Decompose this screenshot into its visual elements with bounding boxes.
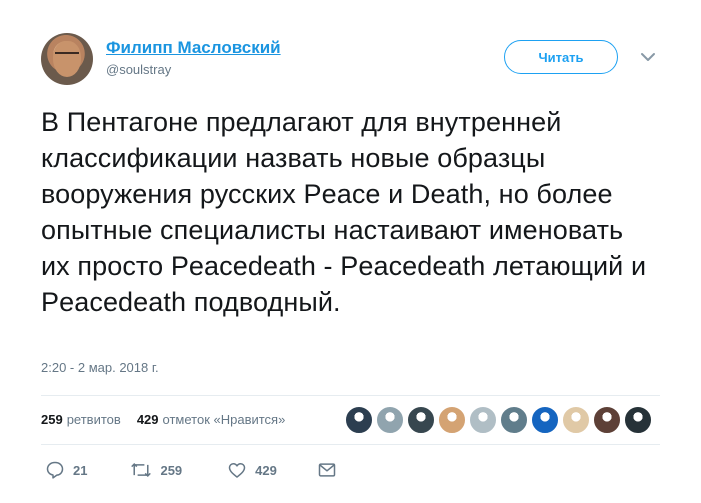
reply-button[interactable]: 21 (45, 460, 87, 480)
tweet-timestamp[interactable]: 2:20 - 2 мар. 2018 г. (41, 360, 159, 375)
reply-count: 21 (73, 462, 88, 478)
liker-avatar[interactable] (438, 406, 466, 434)
liker-avatar[interactable] (345, 406, 373, 434)
chevron-down-icon[interactable] (640, 50, 656, 62)
avatar-glasses (55, 52, 79, 60)
liker-avatar[interactable] (407, 406, 435, 434)
liker-avatar[interactable] (593, 406, 621, 434)
like-button[interactable]: 429 (227, 460, 277, 480)
retweet-icon (130, 460, 152, 480)
divider (41, 395, 660, 396)
author-display-name[interactable]: Филипп Масловский (106, 38, 281, 58)
retweets-label[interactable]: ретвитов (67, 412, 121, 427)
likes-label[interactable]: отметок «Нравится» (163, 412, 286, 427)
reply-icon (45, 460, 65, 480)
heart-icon (227, 460, 247, 480)
like-count: 429 (255, 462, 277, 478)
retweet-count: 259 (160, 462, 183, 478)
likes-count[interactable]: 429 (137, 412, 159, 427)
liker-avatar[interactable] (500, 406, 528, 434)
retweet-button[interactable]: 259 (130, 460, 182, 480)
liker-avatar[interactable] (624, 406, 652, 434)
liker-avatar[interactable] (376, 406, 404, 434)
liker-avatar[interactable] (562, 406, 590, 434)
tweet-actions: 21 259 429 (41, 460, 337, 480)
tweet-stats: 259 ретвитов 429 отметок «Нравится» (41, 412, 285, 427)
liker-avatar[interactable] (469, 406, 497, 434)
tweet-text: В Пентагоне предлагают для внутренней кл… (41, 107, 647, 317)
direct-message-button[interactable] (317, 460, 337, 480)
follow-button[interactable]: Читать (504, 40, 618, 74)
author-handle[interactable]: @soulstray (106, 62, 171, 77)
likers-avatars (345, 406, 652, 434)
liker-avatar[interactable] (531, 406, 559, 434)
author-avatar[interactable] (41, 33, 93, 85)
envelope-icon (317, 460, 337, 480)
divider (41, 444, 660, 445)
retweets-count[interactable]: 259 (41, 412, 63, 427)
